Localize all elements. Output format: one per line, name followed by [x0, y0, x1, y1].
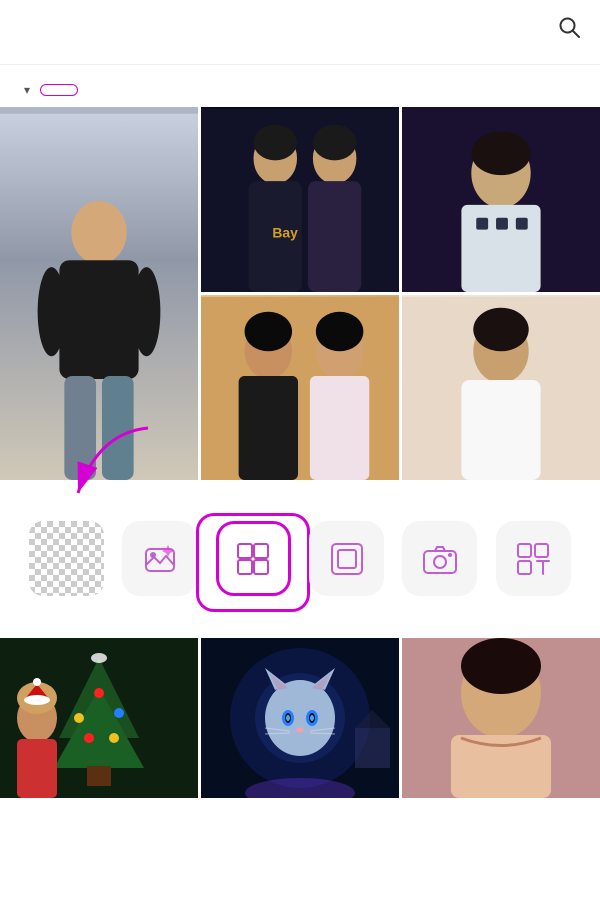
album-dropdown[interactable]: ▾ [20, 83, 30, 97]
videos-filter-button[interactable] [88, 84, 126, 96]
ai-tools-grid [0, 638, 600, 798]
tool-blank[interactable] [22, 521, 112, 604]
photo-cell-4[interactable] [201, 295, 399, 480]
photo-cell-3[interactable] [402, 107, 600, 292]
blank-icon [29, 521, 104, 596]
ai-tool-portrait[interactable] [402, 638, 600, 798]
chevron-down-icon: ▾ [24, 83, 30, 97]
photo-cell-1[interactable] [0, 107, 198, 480]
tool-camera[interactable] [395, 521, 485, 604]
ai-image-icon [122, 521, 197, 596]
ai-tools-section-title [0, 620, 600, 638]
tool-collage[interactable] [208, 521, 298, 604]
tool-frame[interactable] [302, 521, 392, 604]
photo-cell-2[interactable]: Bay [201, 107, 399, 292]
see-all-row [0, 483, 600, 511]
ai-tool-christmas[interactable] [0, 638, 198, 798]
tools-row [0, 511, 600, 620]
filter-bar: ▾ [0, 77, 600, 107]
collage-icon [216, 521, 291, 596]
tool-ai-image[interactable] [115, 521, 205, 604]
camera-icon [402, 521, 477, 596]
frame-icon [309, 521, 384, 596]
header [0, 0, 600, 52]
freestyle-icon [496, 521, 571, 596]
recent-filter-button[interactable] [40, 84, 78, 96]
svg-text:Bay: Bay [272, 225, 298, 241]
photo-cell-5[interactable] [402, 295, 600, 480]
ai-tool-fantasy[interactable] [201, 638, 399, 798]
search-icon[interactable] [558, 16, 580, 44]
tool-freestyle[interactable] [488, 521, 578, 604]
photo-grid: Bay [0, 107, 600, 483]
nav-tabs [0, 52, 600, 65]
